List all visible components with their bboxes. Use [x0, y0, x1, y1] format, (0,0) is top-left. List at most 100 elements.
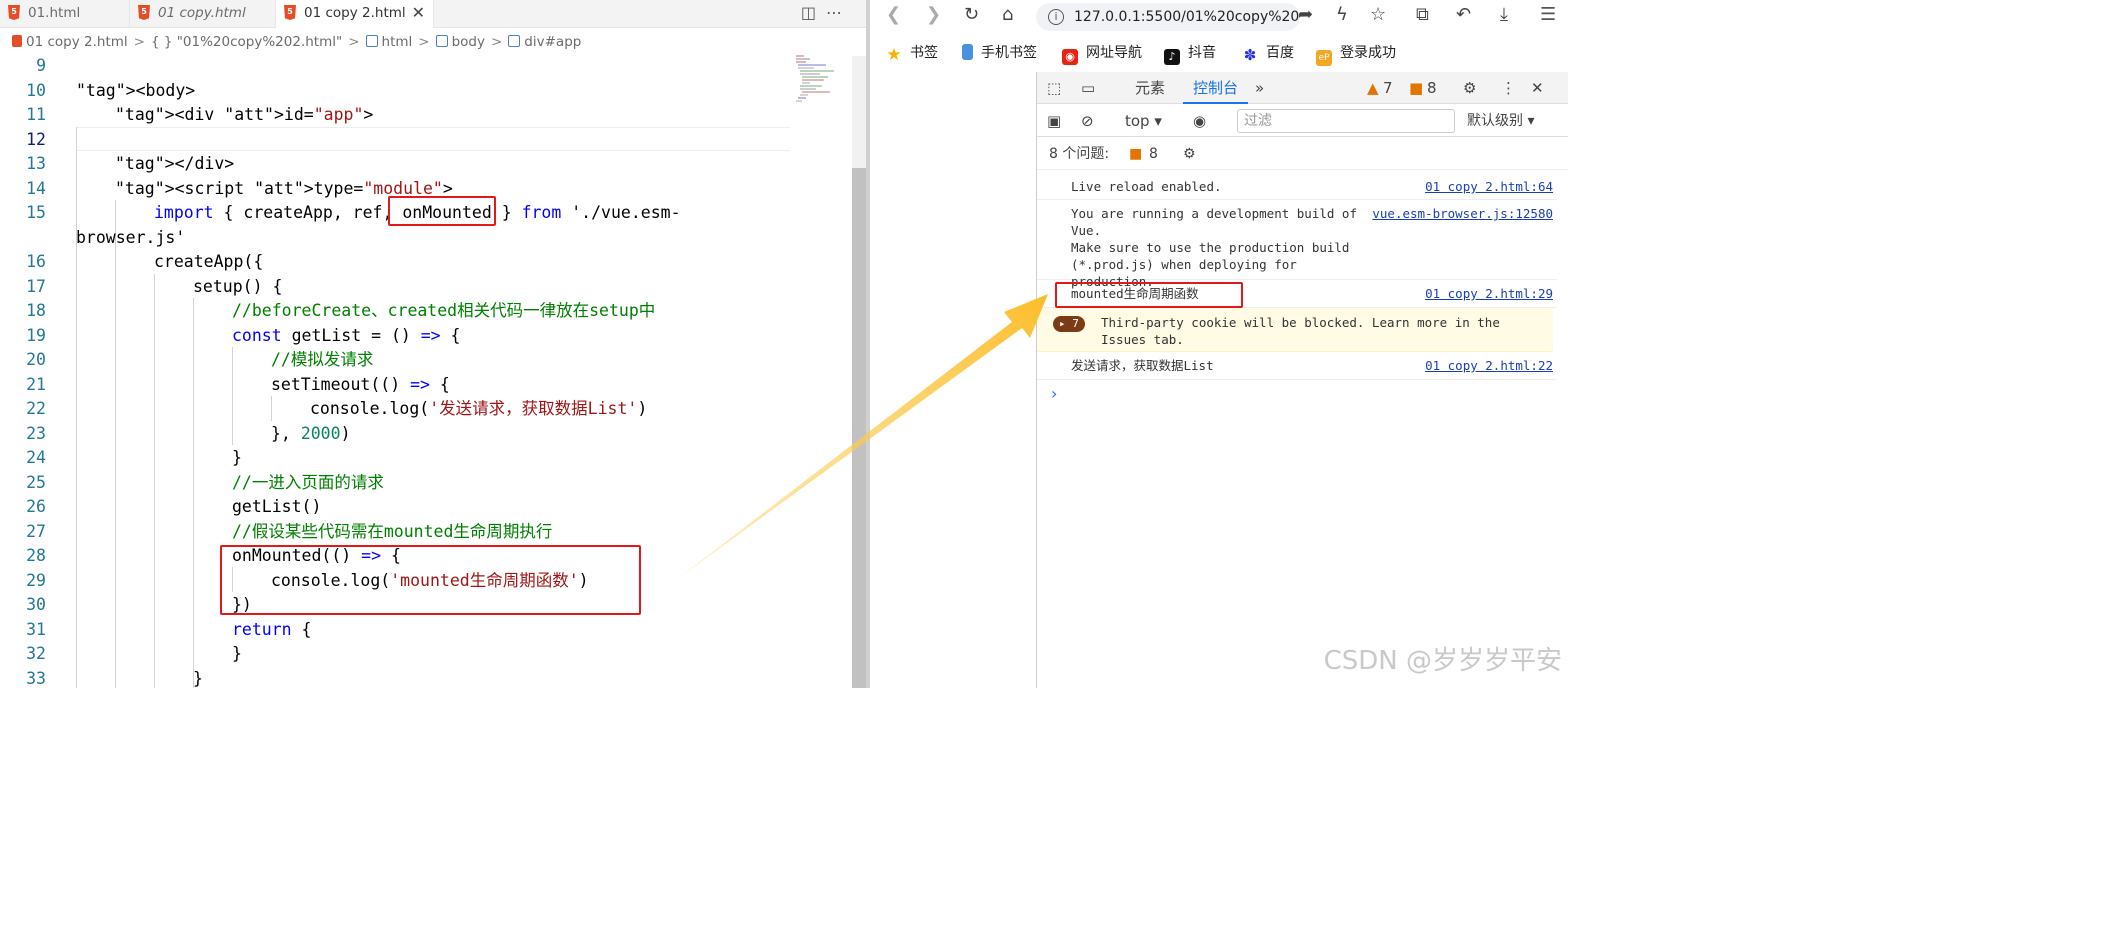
menu-icon[interactable]: ☰: [1540, 4, 1556, 25]
more-tabs-icon[interactable]: »: [1255, 72, 1264, 104]
issues-settings-icon[interactable]: ⚙: [1183, 138, 1196, 170]
source-link[interactable]: 01 copy 2.html:22: [1425, 357, 1553, 374]
phone-icon: [962, 44, 973, 60]
code-line: 27 //假设某些代码需在mounted生命周期执行: [0, 520, 852, 545]
extensions-icon[interactable]: ⧉: [1416, 4, 1429, 25]
kebab-menu-icon[interactable]: ⋮: [1501, 72, 1516, 104]
reload-icon[interactable]: ↻: [964, 4, 979, 25]
bookmark-baidu[interactable]: ✽ 百度: [1242, 38, 1294, 68]
console-prompt[interactable]: ›: [1051, 384, 1057, 403]
code-line: 33}: [0, 667, 852, 689]
html5-icon: 5: [8, 5, 20, 20]
sidebar-toggle-icon[interactable]: ▣: [1047, 105, 1061, 137]
breadcrumb-document[interactable]: { } "01%20copy%202.html": [151, 28, 342, 56]
breadcrumb-body[interactable]: body: [435, 28, 485, 56]
code-line: 32}: [0, 642, 852, 667]
clear-console-icon[interactable]: ⊘: [1081, 105, 1094, 137]
console-message: You are running a development build of V…: [1037, 200, 1557, 289]
back-icon[interactable]: ❮: [886, 4, 901, 25]
lightning-icon[interactable]: ϟ: [1336, 4, 1348, 25]
line-number: 23: [26, 423, 46, 443]
star-icon: ★: [886, 45, 902, 65]
close-icon[interactable]: ✕: [412, 0, 425, 26]
line-number: 15: [26, 203, 46, 222]
source-link[interactable]: vue.esm-browser.js:12580: [1372, 205, 1553, 222]
code-text: "tag"></div>: [115, 154, 235, 173]
repeat-count-badge[interactable]: ▸ 7: [1053, 316, 1085, 332]
html5-icon: 5: [138, 5, 150, 20]
code-text: }: [193, 668, 203, 688]
warning-icon[interactable]: ▲: [1367, 72, 1379, 104]
code-text: }: [232, 644, 242, 663]
bookmark-douyin[interactable]: ♪ 抖音: [1164, 38, 1216, 68]
bookmarks-bar: ★ 书签 手机书签 ◉ 网址导航 ♪ 抖音 ✽ 百度 eP 登录成功: [870, 38, 1568, 68]
code-text: getList(): [232, 497, 322, 516]
star-icon[interactable]: ☆: [1370, 4, 1386, 25]
code-editor: 5 01.html 5 01 copy.html 5 01 copy 2.htm…: [0, 0, 866, 688]
close-devtools-icon[interactable]: ✕: [1531, 72, 1544, 104]
line-number: 31: [26, 619, 46, 639]
issues-count[interactable]: 8: [1149, 138, 1158, 170]
minimap[interactable]: [790, 54, 850, 114]
nav-icon: ◉: [1062, 49, 1078, 65]
split-editor-icon[interactable]: ◫: [801, 3, 826, 22]
bookmark-mobile[interactable]: 手机书签: [962, 38, 1037, 68]
tab-console[interactable]: 控制台: [1183, 72, 1249, 104]
filter-input[interactable]: 过滤: [1237, 109, 1455, 133]
html5-icon: 5: [284, 5, 296, 20]
line-number: 9: [36, 56, 46, 75]
download-icon[interactable]: ⤓: [1500, 4, 1508, 25]
code-line: 13 "tag"></div>: [0, 152, 852, 177]
line-number: 22: [26, 399, 46, 418]
info-icon[interactable]: i: [1048, 9, 1064, 25]
bookmark-login[interactable]: eP 登录成功: [1316, 38, 1396, 68]
code-line: 22 console.log('发送请求，获取数据List'): [0, 397, 852, 422]
issues-label: 8 个问题:: [1049, 146, 1110, 162]
editor-tab-bar: 5 01.html 5 01 copy.html 5 01 copy 2.htm…: [0, 0, 866, 28]
source-link[interactable]: 01 copy 2.html:64: [1425, 178, 1553, 195]
history-icon[interactable]: ↶: [1456, 4, 1471, 25]
html5-icon: [12, 35, 22, 47]
console-toolbar: ▣ ⊘ top ▾ ◉ 过滤 默认级别 ▾: [1037, 105, 1568, 137]
tab-01-html[interactable]: 5 01.html: [0, 0, 130, 28]
code-line: 17 setup() {: [0, 275, 852, 300]
breadcrumb-div-app[interactable]: div#app: [508, 28, 581, 56]
url-text: 127.0.0.1:5500/01%20copy%20...: [1074, 9, 1300, 25]
context-selector[interactable]: top ▾: [1125, 105, 1162, 137]
code-text: const getList = () => {: [232, 325, 461, 345]
element-icon: [365, 35, 378, 47]
eye-icon[interactable]: ◉: [1193, 105, 1206, 137]
code-line: 26 getList(): [0, 495, 852, 520]
editor-scrollbar-thumb[interactable]: [852, 168, 866, 688]
console-warning-group[interactable]: ▸ 7 Third-party cookie will be blocked. …: [1037, 308, 1553, 352]
source-link[interactable]: 01 copy 2.html:29: [1425, 285, 1553, 302]
bookmark-nav[interactable]: ◉ 网址导航: [1062, 38, 1142, 68]
tab-01-copy-html[interactable]: 5 01 copy.html: [130, 0, 276, 28]
tab-01-copy-2-html[interactable]: 5 01 copy 2.html ✕: [276, 0, 434, 28]
line-number: 20: [26, 350, 46, 369]
line-number: 13: [26, 154, 46, 173]
inspect-icon[interactable]: ⬚: [1047, 72, 1061, 104]
log-level-selector[interactable]: 默认级别 ▾: [1467, 105, 1534, 137]
issue-icon[interactable]: ■: [1409, 72, 1423, 104]
device-toolbar-icon[interactable]: ▭: [1081, 72, 1095, 104]
home-icon[interactable]: ⌂: [1002, 4, 1013, 25]
ep-icon: eP: [1316, 50, 1332, 66]
code-line: 25 //一进入页面的请求: [0, 471, 852, 496]
code-line: 12: [0, 128, 852, 153]
share-icon[interactable]: ➦: [1298, 4, 1313, 25]
more-icon[interactable]: ⋯: [826, 3, 852, 22]
forward-icon[interactable]: ❯: [926, 4, 941, 25]
breadcrumb-file[interactable]: 01 copy 2.html: [12, 28, 128, 56]
bookmark-shuqian[interactable]: ★ 书签: [886, 38, 938, 68]
issue-icon[interactable]: ■: [1129, 138, 1142, 170]
breadcrumb-html[interactable]: html: [365, 28, 412, 56]
settings-icon[interactable]: ⚙: [1463, 72, 1476, 104]
code-text: }: [232, 448, 242, 467]
address-bar[interactable]: i 127.0.0.1:5500/01%20copy%20...: [1036, 3, 1300, 31]
tab-elements[interactable]: 元素: [1135, 72, 1165, 104]
element-icon: [508, 35, 521, 47]
code-text: setTimeout(() => {: [271, 374, 450, 394]
console-messages: Live reload enabled. 01 copy 2.html:64 Y…: [1037, 172, 1568, 688]
line-number: 14: [26, 178, 46, 198]
